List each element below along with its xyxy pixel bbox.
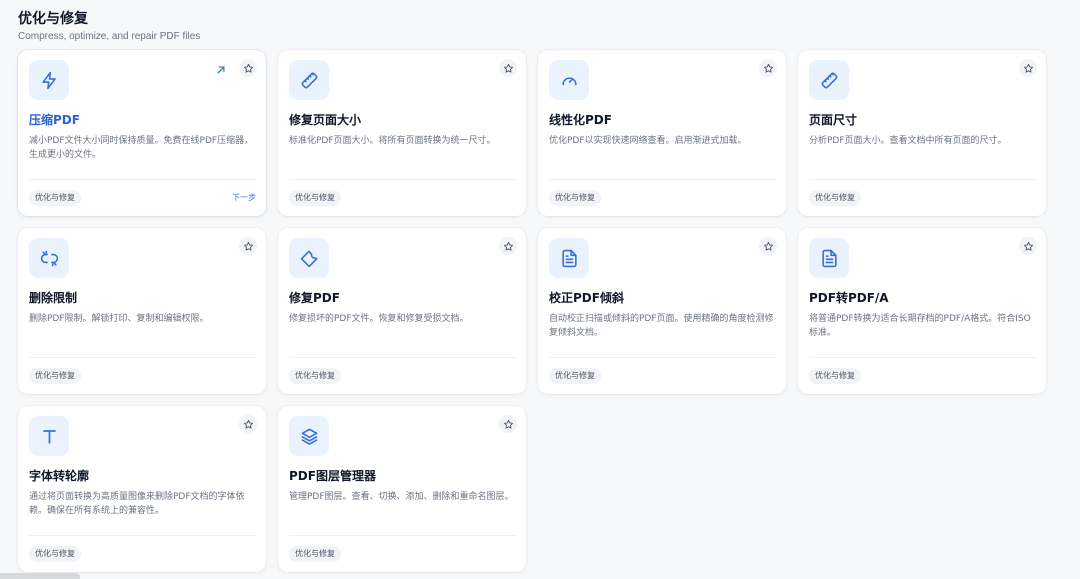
category-tag: 优化与修复 (549, 190, 601, 206)
card-description: 将普通PDF转换为适合长期存档的PDF/A格式。符合ISO标准。 (809, 314, 1031, 338)
divider (29, 535, 256, 536)
card-description: 自动校正扫描或倾斜的PDF页面。使用精确的角度检测修复倾斜文档。 (549, 314, 774, 338)
tool-card-page-dimensions[interactable]: 页面尺寸 分析PDF页面大小。查看文档中所有页面的尺寸。 优化与修复 (798, 50, 1046, 216)
tool-card-remove-restrictions[interactable]: 删除限制 删除PDF限制。解锁打印、复制和编辑权限。 优化与修复 (18, 228, 266, 394)
card-title: 字体转轮廓 (29, 469, 90, 483)
card-description: 管理PDF图层。查看、切换、添加、删除和重命名图层。 (289, 492, 514, 502)
tool-card-fix-page-size[interactable]: 修复页面大小 标准化PDF页面大小。将所有页面转换为统一尺寸。 优化与修复 (278, 50, 526, 216)
arrow-up-right-icon[interactable] (214, 62, 228, 76)
card-description: 修复损坏的PDF文件。恢复和修复受损文档。 (289, 314, 469, 324)
card-title: 线性化PDF (549, 113, 612, 127)
horizontal-scrollbar[interactable] (0, 573, 80, 579)
ruler-icon (809, 60, 849, 100)
tool-card-pdf-to-pdfa[interactable]: PDF转PDF/A 将普通PDF转换为适合长期存档的PDF/A格式。符合ISO标… (798, 228, 1046, 394)
favorite-star-button[interactable] (759, 59, 777, 77)
star-icon (1023, 63, 1033, 73)
divider (549, 357, 776, 358)
category-tag: 优化与修复 (809, 368, 861, 384)
divider (289, 179, 516, 180)
star-icon (763, 63, 773, 73)
tool-card-compress-pdf[interactable]: 压缩PDF 减小PDF文件大小同时保持质量。免费在线PDF压缩器，生成更小的文件… (18, 50, 266, 216)
gauge-icon (549, 60, 589, 100)
favorite-star-button[interactable] (239, 59, 257, 77)
category-tag: 优化与修复 (289, 546, 341, 562)
card-description: 删除PDF限制。解锁打印、复制和编辑权限。 (29, 314, 209, 324)
card-description: 优化PDF以实现快速网络查看。启用渐进式加载。 (549, 136, 747, 146)
card-title: 压缩PDF (29, 113, 80, 127)
tool-card-pdf-layer-manager[interactable]: PDF图层管理器 管理PDF图层。查看、切换、添加、删除和重命名图层。 优化与修… (278, 406, 526, 572)
category-tag: 优化与修复 (289, 368, 341, 384)
card-description: 标准化PDF页面大小。将所有页面转换为统一尺寸。 (289, 136, 496, 146)
divider (29, 357, 256, 358)
card-title: 校正PDF倾斜 (549, 291, 624, 305)
category-tag: 优化与修复 (29, 546, 81, 562)
divider (29, 179, 256, 180)
tool-card-font-to-outline[interactable]: 字体转轮廓 通过将页面转换为高质量图像来删除PDF文档的字体依赖。确保在所有系统… (18, 406, 266, 572)
star-icon (763, 241, 773, 251)
divider (809, 357, 1036, 358)
category-tag: 优化与修复 (289, 190, 341, 206)
divider (809, 179, 1036, 180)
page-subtitle: Compress, optimize, and repair PDF files (18, 31, 201, 42)
tool-card-deskew-pdf[interactable]: 校正PDF倾斜 自动校正扫描或倾斜的PDF页面。使用精确的角度检测修复倾斜文档。… (538, 228, 786, 394)
page-header: 优化与修复 Compress, optimize, and repair PDF… (18, 10, 200, 42)
card-title: 修复页面大小 (289, 113, 362, 127)
favorite-star-button[interactable] (759, 237, 777, 255)
card-description: 通过将页面转换为高质量图像来删除PDF文档的字体依赖。确保在所有系统上的兼容性。 (29, 492, 245, 516)
tool-card-repair-pdf[interactable]: 修复PDF 修复损坏的PDF文件。恢复和修复受损文档。 优化与修复 (278, 228, 526, 394)
star-icon (243, 419, 253, 429)
card-description: 减小PDF文件大小同时保持质量。免费在线PDF压缩器，生成更小的文件。 (29, 136, 254, 160)
favorite-star-button[interactable] (239, 415, 257, 433)
card-title: 页面尺寸 (809, 113, 858, 127)
ruler-icon (289, 60, 329, 100)
text-t-icon (29, 416, 69, 456)
favorite-star-button[interactable] (499, 415, 517, 433)
card-title: 修复PDF (289, 291, 340, 305)
star-icon (503, 419, 513, 429)
document-icon (809, 238, 849, 278)
star-icon (1023, 241, 1033, 251)
card-description: 分析PDF页面大小。查看文档中所有页面的尺寸。 (809, 136, 1007, 146)
page-title: 优化与修复 (18, 11, 88, 27)
next-step-link[interactable]: 下一步 (232, 192, 256, 203)
favorite-star-button[interactable] (499, 237, 517, 255)
category-tag: 优化与修复 (809, 190, 861, 206)
star-icon (243, 241, 253, 251)
favorite-star-button[interactable] (239, 237, 257, 255)
divider (289, 357, 516, 358)
category-tag: 优化与修复 (29, 368, 81, 384)
layers-icon (289, 416, 329, 456)
category-tag: 优化与修复 (29, 190, 81, 206)
wrench-icon (289, 238, 329, 278)
lightning-icon (29, 60, 69, 100)
card-title: 删除限制 (29, 291, 78, 305)
card-title: PDF图层管理器 (289, 469, 376, 483)
tool-card-linearize-pdf[interactable]: 线性化PDF 优化PDF以实现快速网络查看。启用渐进式加载。 优化与修复 (538, 50, 786, 216)
star-icon (243, 63, 253, 73)
star-icon (503, 63, 513, 73)
divider (549, 179, 776, 180)
card-title: PDF转PDF/A (809, 291, 889, 305)
star-icon (503, 241, 513, 251)
category-tag: 优化与修复 (549, 368, 601, 384)
unlink-icon (29, 238, 69, 278)
document-icon (549, 238, 589, 278)
favorite-star-button[interactable] (499, 59, 517, 77)
divider (289, 535, 516, 536)
tool-grid: 压缩PDF 减小PDF文件大小同时保持质量。免费在线PDF压缩器，生成更小的文件… (18, 50, 1046, 572)
favorite-star-button[interactable] (1019, 59, 1037, 77)
favorite-star-button[interactable] (1019, 237, 1037, 255)
